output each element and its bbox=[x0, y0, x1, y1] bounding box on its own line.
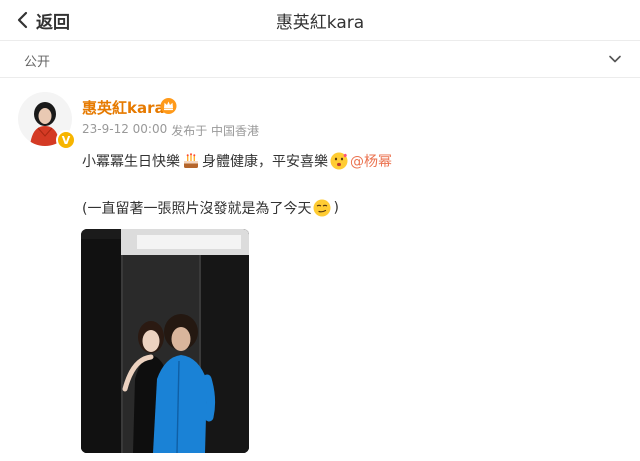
post-text-line-2: (一直留著一張照片沒發就是為了今天 ) bbox=[82, 198, 339, 218]
post-text-segment: (一直留著一張照片沒發就是為了今天 bbox=[82, 201, 312, 217]
post-card: V 惠英紅kara 23-9-12 00:00 发布于 中国香港 小冪冪生日快樂 bbox=[0, 78, 640, 461]
post-text-segment: 身體健康，平安喜樂 bbox=[202, 154, 328, 170]
page-title: 惠英紅kara bbox=[275, 13, 365, 33]
post-text-segment: ) bbox=[333, 200, 339, 216]
svg-text:V: V bbox=[62, 134, 71, 147]
visibility-label: 公开 bbox=[24, 55, 51, 70]
crown-icon[interactable] bbox=[159, 96, 178, 115]
cake-emoji bbox=[184, 153, 198, 168]
post-photo[interactable] bbox=[81, 229, 249, 453]
post-meta: 23-9-12 00:00 发布于 中国香港 bbox=[82, 122, 259, 139]
mention-link[interactable]: @杨幂 bbox=[350, 151, 392, 171]
post-text-line-1: 小冪冪生日快樂 身體健康，平安喜樂 @杨幂 bbox=[82, 151, 392, 171]
kiss-emoji bbox=[330, 152, 348, 170]
post-author[interactable]: 惠英紅kara bbox=[82, 97, 165, 118]
post-source: 发布于 中国香港 bbox=[171, 124, 260, 138]
chevron-down-icon[interactable] bbox=[608, 52, 622, 66]
smirk-emoji bbox=[313, 199, 331, 217]
top-bar: 返回 惠英紅kara bbox=[0, 0, 640, 41]
weibo-post-page: 返回 惠英紅kara 公开 V 惠英紅kara 23-9-12 00:00 发布… bbox=[0, 0, 640, 461]
post-date: 23-9-12 00:00 bbox=[82, 122, 168, 136]
verified-badge-icon: V bbox=[56, 130, 76, 150]
post-text-segment: 小冪冪生日快樂 bbox=[82, 154, 180, 170]
visibility-selector[interactable]: 公开 bbox=[0, 41, 640, 78]
